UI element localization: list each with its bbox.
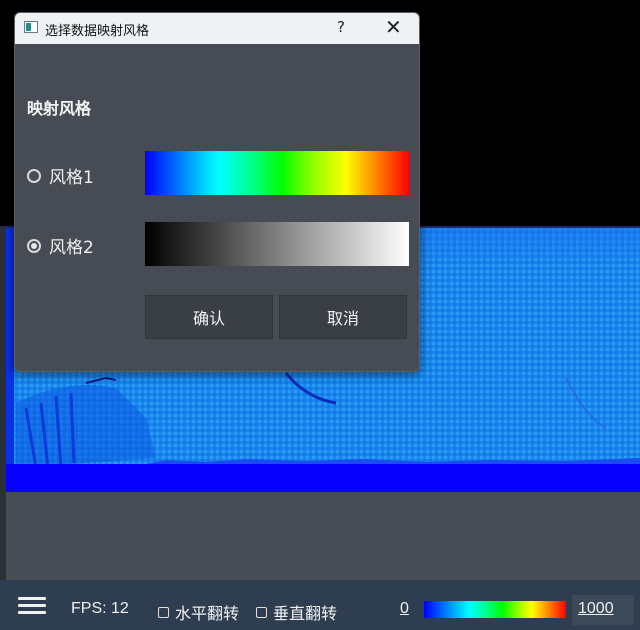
flip-vertical-label: 垂直翻转 bbox=[273, 604, 338, 623]
flip-horizontal-checkbox[interactable]: 水平翻转 bbox=[158, 600, 239, 624]
style1-radio[interactable]: 风格1 bbox=[27, 163, 94, 188]
left-border bbox=[0, 226, 6, 630]
dialog-title: 选择数据映射风格 bbox=[45, 24, 150, 39]
cancel-button[interactable]: 取消 bbox=[279, 295, 407, 339]
fps-readout: FPS: 12 bbox=[71, 600, 129, 617]
checkbox-icon bbox=[158, 606, 169, 618]
flip-horizontal-label: 水平翻转 bbox=[175, 604, 240, 623]
radio-checked-icon bbox=[27, 238, 41, 253]
dialog-titlebar[interactable]: 选择数据映射风格 ? ✕ bbox=[15, 13, 419, 44]
menu-icon[interactable] bbox=[18, 597, 46, 615]
confirm-button[interactable]: 确认 bbox=[145, 295, 273, 339]
section-title: 映射风格 bbox=[27, 99, 92, 118]
close-icon[interactable]: ✕ bbox=[385, 15, 402, 39]
mapping-style-dialog: 选择数据映射风格 ? ✕ 映射风格 风格1 风格2 确认 取消 bbox=[14, 12, 420, 372]
help-button[interactable]: ? bbox=[337, 18, 345, 36]
style1-label: 风格1 bbox=[49, 168, 94, 188]
style2-label: 风格2 bbox=[49, 238, 94, 258]
grayscale-gradient-preview[interactable] bbox=[145, 222, 409, 266]
checkbox-icon bbox=[256, 606, 267, 618]
color-min-value[interactable]: 0 bbox=[400, 600, 409, 618]
app-icon bbox=[24, 21, 38, 33]
style2-radio[interactable]: 风格2 bbox=[27, 233, 94, 258]
empty-panel bbox=[6, 492, 640, 580]
flip-vertical-checkbox[interactable]: 垂直翻转 bbox=[256, 600, 337, 624]
radio-icon bbox=[27, 168, 41, 183]
colorbar bbox=[424, 601, 566, 618]
rainbow-gradient-preview[interactable] bbox=[145, 151, 409, 195]
color-max-input[interactable]: 1000 bbox=[572, 595, 634, 625]
